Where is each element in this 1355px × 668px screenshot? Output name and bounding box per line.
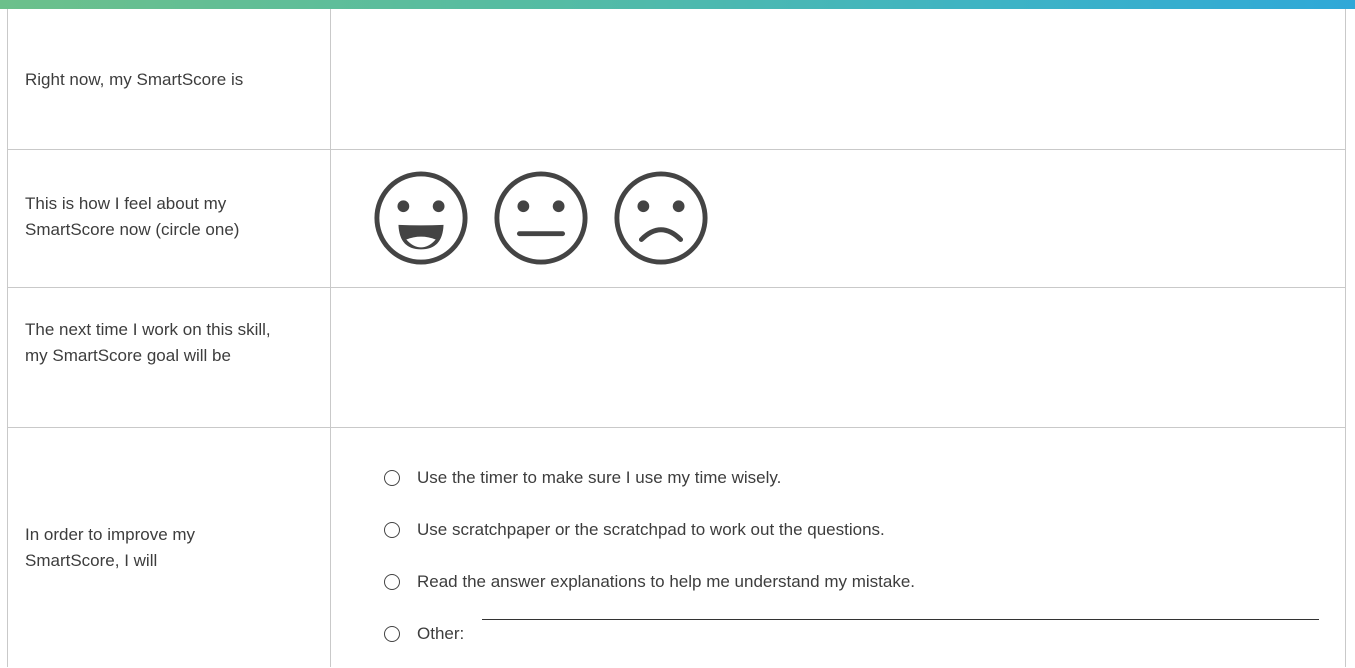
feeling-faces bbox=[372, 169, 710, 269]
improve-label: In order to improve my SmartScore, I wil… bbox=[25, 525, 196, 570]
neutral-face-icon[interactable] bbox=[492, 169, 590, 267]
option-timer[interactable]: Use the timer to make sure I use my time… bbox=[384, 460, 1334, 496]
option-label: Read the answer explanations to help me … bbox=[417, 572, 915, 591]
radio-button[interactable] bbox=[384, 626, 400, 642]
option-explanations[interactable]: Read the answer explanations to help me … bbox=[384, 564, 1334, 600]
option-label: Use scratchpaper or the scratchpad to wo… bbox=[417, 520, 885, 539]
radio-button[interactable] bbox=[384, 470, 400, 486]
other-write-in-line[interactable] bbox=[482, 619, 1319, 620]
option-label: Use the timer to make sure I use my time… bbox=[417, 468, 782, 487]
feeling-label: This is how I feel about my SmartScore n… bbox=[25, 194, 240, 239]
option-other[interactable]: Other: bbox=[384, 616, 1334, 652]
happy-face-icon[interactable] bbox=[372, 169, 470, 267]
sad-face-icon[interactable] bbox=[612, 169, 710, 267]
row-divider bbox=[7, 427, 1346, 428]
accent-bar bbox=[0, 0, 1355, 9]
radio-button[interactable] bbox=[384, 574, 400, 590]
row-divider bbox=[7, 149, 1346, 150]
radio-button[interactable] bbox=[384, 522, 400, 538]
column-divider bbox=[330, 9, 331, 667]
row-divider bbox=[7, 287, 1346, 288]
goal-label: The next time I work on this skill, my S… bbox=[25, 320, 271, 365]
smartscore-now-label: Right now, my SmartScore is bbox=[25, 70, 244, 89]
improvement-options: Use the timer to make sure I use my time… bbox=[384, 460, 1334, 668]
option-scratchpaper[interactable]: Use scratchpaper or the scratchpad to wo… bbox=[384, 512, 1334, 548]
option-label: Other: bbox=[417, 624, 465, 643]
